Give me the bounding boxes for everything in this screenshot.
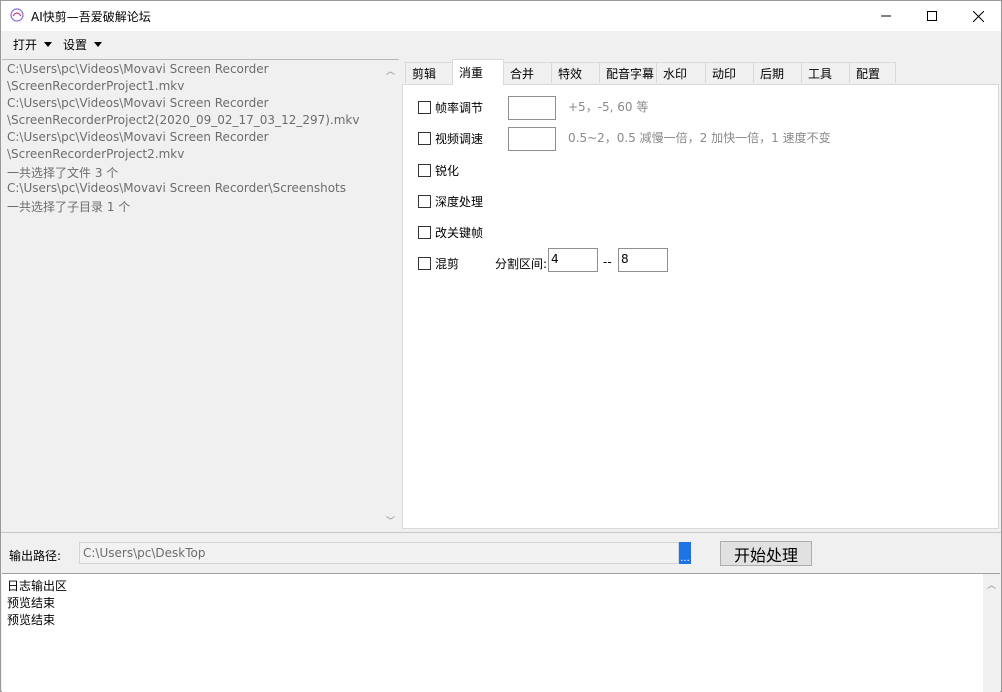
frame-rate-checkbox[interactable]: 帧率调节 <box>418 99 483 116</box>
tab-config[interactable]: 配置 <box>849 62 896 83</box>
tab-edit[interactable]: 剪辑 <box>405 62 453 83</box>
title-bar: AI快剪—吾爱破解论坛 <box>1 1 1001 31</box>
menu-settings[interactable]: 设置 <box>63 36 103 53</box>
dedup-tab-content: 帧率调节 +5，-5, 60 等 视频调速 0.5~2，0.5 减慢一倍，2 加… <box>402 84 999 529</box>
list-item: C:\Users\pc\Videos\Movavi Screen Recorde… <box>7 62 269 76</box>
list-item: \ScreenRecorderProject1.mkv <box>7 79 185 93</box>
options-tab-panel: 剪辑 消重 合并 特效 配音字幕 水印 动印 后期 工具 配置 帧率调节 +5，… <box>402 59 1000 530</box>
scroll-down-icon[interactable]: ﹀ <box>386 514 395 527</box>
menu-bar: 打开 设置 <box>1 32 1001 56</box>
keyframe-label: 改关键帧 <box>435 226 484 240</box>
list-item: \ScreenRecorderProject2.mkv <box>7 147 185 161</box>
speed-hint: 0.5~2，0.5 减慢一倍，2 加快一倍，1 速度不变 <box>568 131 831 145</box>
deep-process-checkbox[interactable]: 深度处理 <box>418 193 483 210</box>
checkbox-box <box>418 226 431 239</box>
speed-input[interactable] <box>508 127 556 151</box>
frame-rate-label: 帧率调节 <box>435 101 484 115</box>
checkbox-box <box>418 101 431 114</box>
close-button[interactable] <box>955 1 1001 31</box>
maximize-button[interactable] <box>909 1 955 31</box>
tab-dedup[interactable]: 消重 <box>452 59 504 85</box>
checkbox-box <box>418 164 431 177</box>
checkbox-box <box>418 132 431 145</box>
mix-cut-checkbox[interactable]: 混剪 <box>418 255 459 272</box>
tab-watermark[interactable]: 水印 <box>656 62 706 83</box>
output-path-input[interactable]: C:\Users\pc\DeskTop <box>79 542 679 564</box>
tab-tools[interactable]: 工具 <box>801 62 850 83</box>
sharpen-checkbox[interactable]: 锐化 <box>418 162 459 179</box>
sharpen-label: 锐化 <box>435 164 460 178</box>
list-item: 一共选择了文件 3 个 <box>7 166 119 180</box>
menu-open-label: 打开 <box>13 38 38 52</box>
maximize-icon <box>927 11 937 21</box>
checkbox-box <box>418 195 431 208</box>
list-item: \ScreenRecorderProject2(2020_09_02_17_03… <box>7 113 360 127</box>
log-line: 预览结束 <box>7 596 56 610</box>
menu-settings-label: 设置 <box>63 38 88 52</box>
selected-files-list[interactable]: C:\Users\pc\Videos\Movavi Screen Recorde… <box>2 59 399 531</box>
scroll-up-icon[interactable]: ︿ <box>386 64 395 77</box>
app-logo-icon <box>10 8 24 22</box>
log-output-area[interactable]: 日志输出区 预览结束 预览结束 ︿ <box>2 573 1000 692</box>
file-list-scrollbar[interactable]: ︿ ﹀ <box>382 60 399 531</box>
output-row: 输出路径: C:\Users\pc\DeskTop ... 开始处理 <box>1 532 1001 573</box>
keyframe-checkbox[interactable]: 改关键帧 <box>418 224 483 241</box>
output-path-label: 输出路径: <box>9 549 62 563</box>
log-line: 日志输出区 <box>7 579 68 593</box>
split-range-label: 分割区间: <box>495 257 548 271</box>
close-icon <box>972 10 984 22</box>
log-scrollbar[interactable]: ︿ <box>983 574 1000 692</box>
split-range-separator: -- <box>603 255 612 269</box>
minimize-icon <box>881 15 891 17</box>
tab-effects[interactable]: 特效 <box>551 62 600 83</box>
tab-merge[interactable]: 合并 <box>503 62 552 83</box>
chevron-down-icon <box>94 42 103 47</box>
menu-open[interactable]: 打开 <box>13 36 53 53</box>
minimize-button[interactable] <box>863 1 909 31</box>
list-item: C:\Users\pc\Videos\Movavi Screen Recorde… <box>7 130 269 144</box>
checkbox-box <box>418 257 431 270</box>
tab-motion[interactable]: 动印 <box>705 62 754 83</box>
frame-rate-hint: +5，-5, 60 等 <box>568 100 649 114</box>
app-window: AI快剪—吾爱破解论坛 打开 设置 C:\Users\pc\Videos\Mov… <box>0 0 1002 692</box>
list-item: C:\Users\pc\Videos\Movavi Screen Recorde… <box>7 181 346 195</box>
deep-process-label: 深度处理 <box>435 195 484 209</box>
speed-label: 视频调速 <box>435 132 484 146</box>
log-line: 预览结束 <box>7 613 56 627</box>
split-range-to-input[interactable]: 8 <box>618 248 668 272</box>
tab-dubbing-subtitles[interactable]: 配音字幕 <box>599 62 657 83</box>
frame-rate-input[interactable] <box>508 96 556 120</box>
split-range-from-input[interactable]: 4 <box>548 248 598 272</box>
scroll-up-icon[interactable]: ︿ <box>987 578 996 591</box>
window-title: AI快剪—吾爱破解论坛 <box>31 10 151 24</box>
tab-post[interactable]: 后期 <box>753 62 802 83</box>
tab-strip: 剪辑 消重 合并 特效 配音字幕 水印 动印 后期 工具 配置 <box>402 59 1000 85</box>
chevron-down-icon <box>44 42 53 47</box>
mix-cut-label: 混剪 <box>435 257 460 271</box>
start-processing-button[interactable]: 开始处理 <box>720 541 812 566</box>
browse-button[interactable]: ... <box>679 542 691 564</box>
list-item: C:\Users\pc\Videos\Movavi Screen Recorde… <box>7 96 269 110</box>
list-item: 一共选择了子目录 1 个 <box>7 200 131 214</box>
speed-checkbox[interactable]: 视频调速 <box>418 130 483 147</box>
